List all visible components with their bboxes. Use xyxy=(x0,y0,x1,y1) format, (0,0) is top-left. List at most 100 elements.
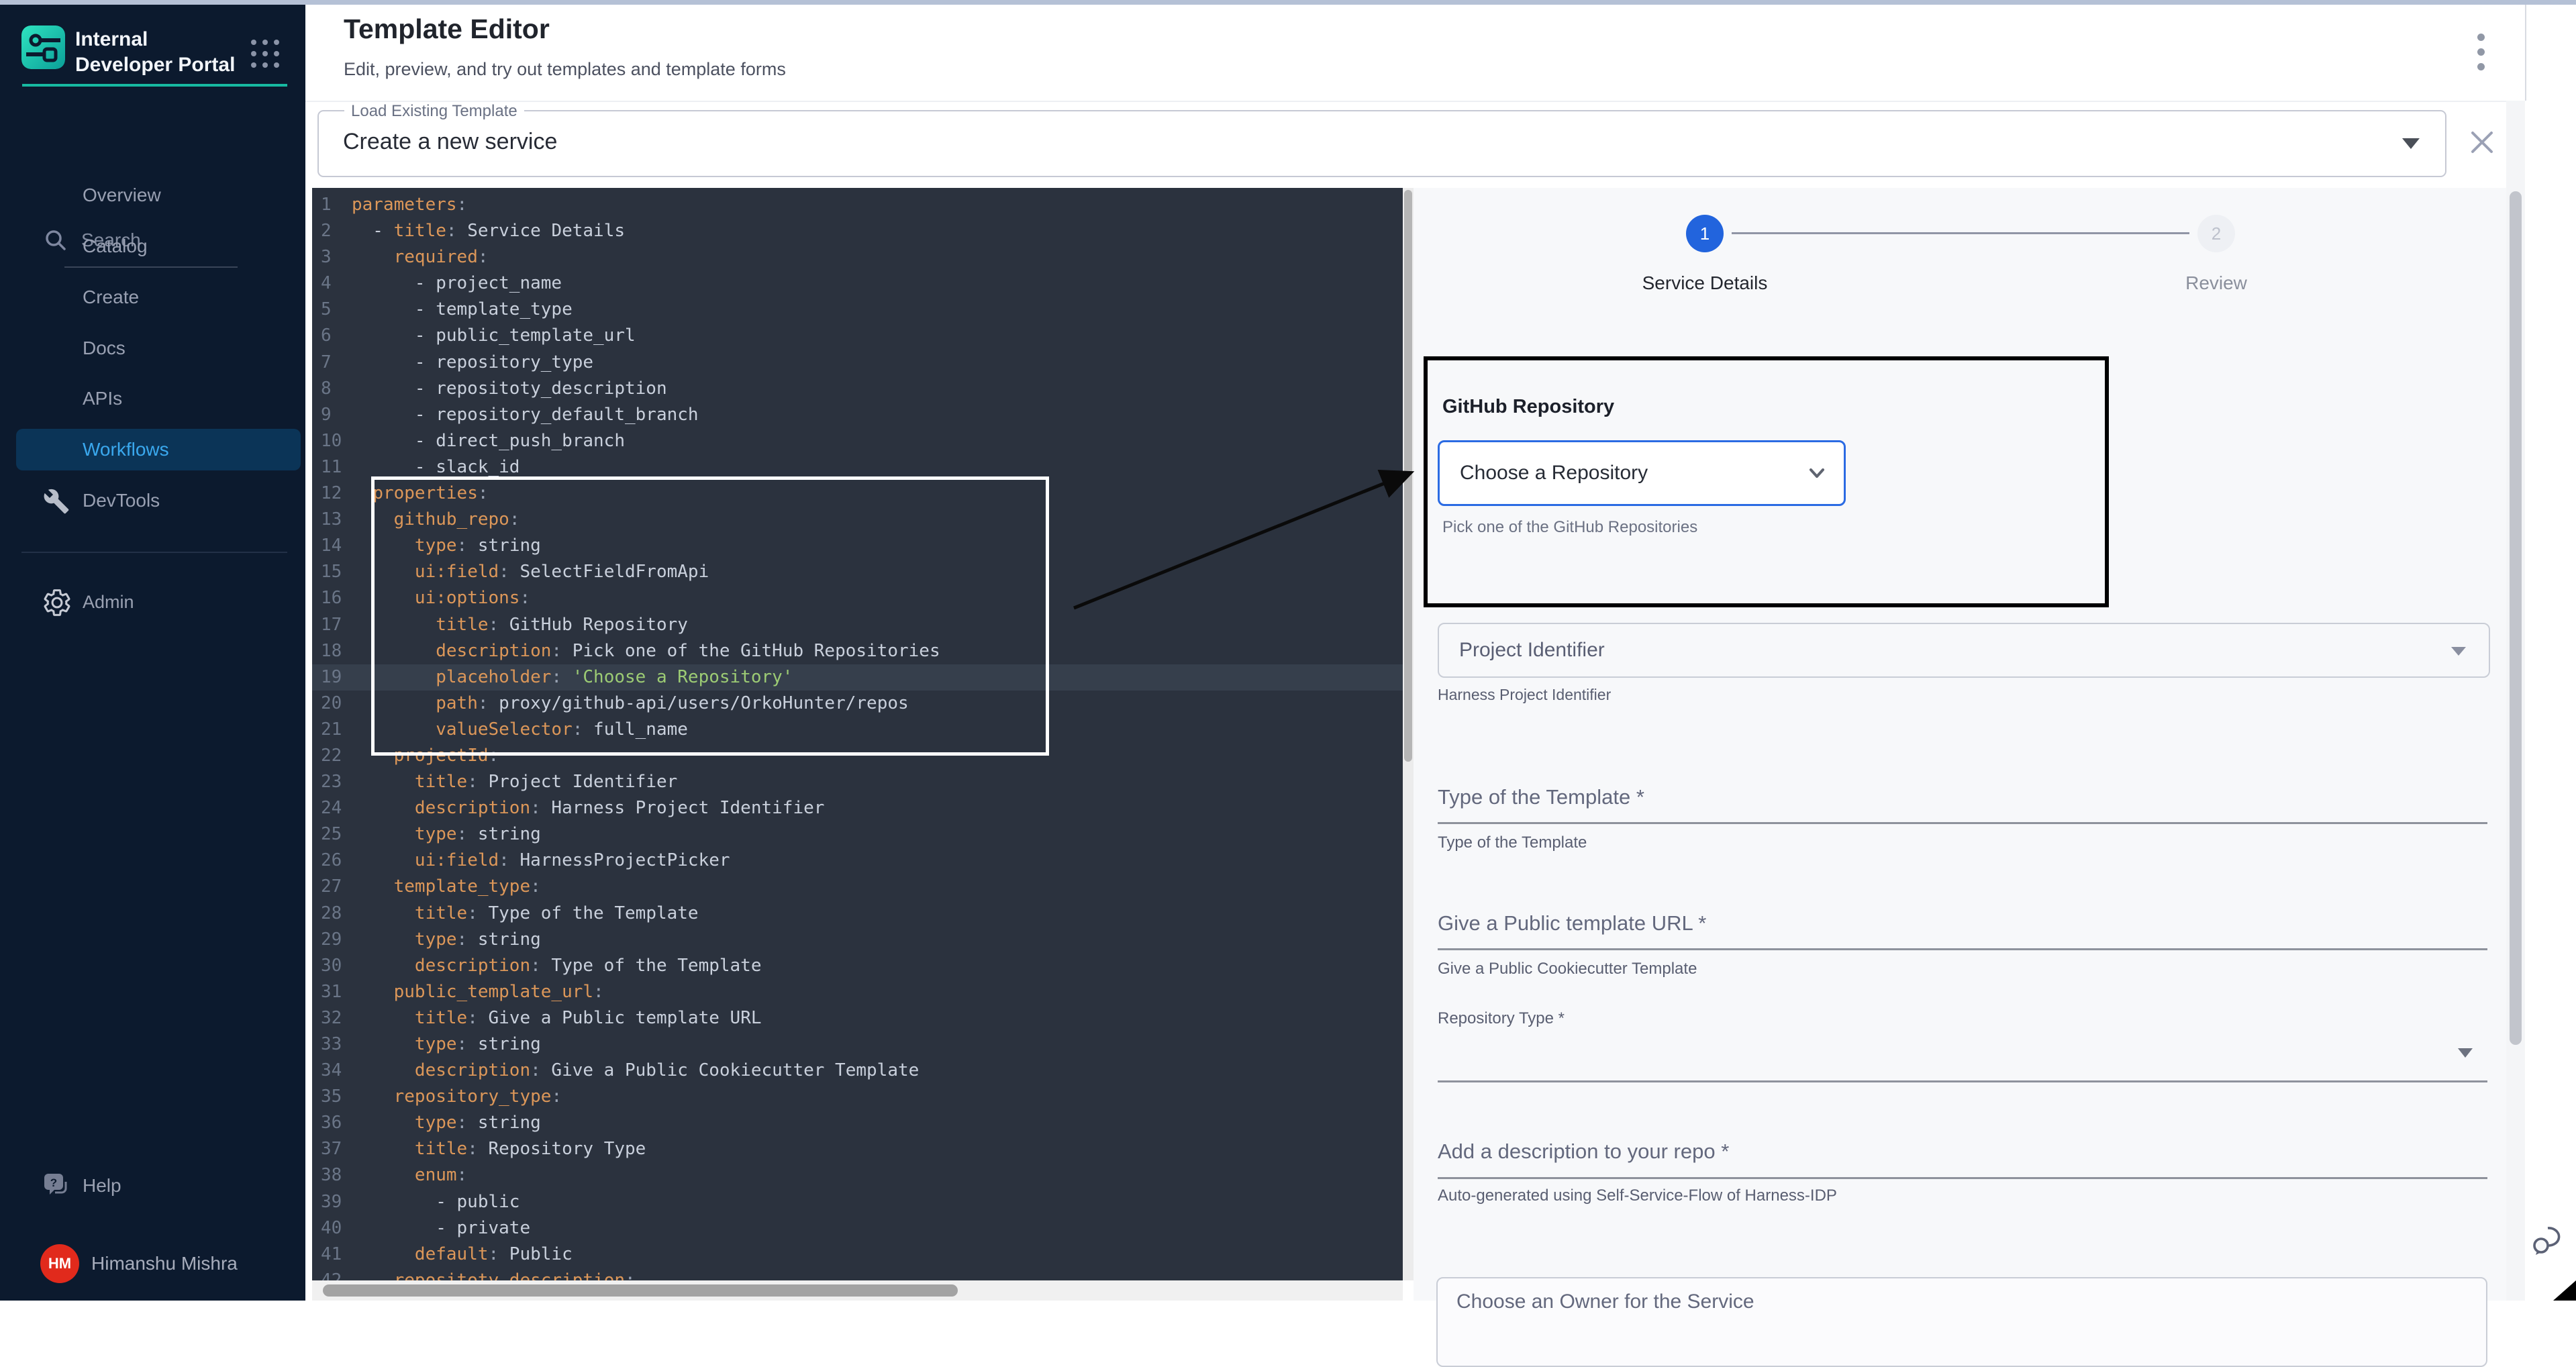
line-number: 24 xyxy=(312,795,352,821)
code-line[interactable]: 37 title: Repository Type xyxy=(312,1136,1403,1162)
editor-vertical-scrollbar-thumb[interactable] xyxy=(1404,190,1412,762)
stepper-step-2-label: Review xyxy=(2149,272,2283,294)
public-template-url-field[interactable]: Give a Public template URL * xyxy=(1438,911,1706,935)
line-number: 41 xyxy=(312,1242,352,1268)
sidebar-item-docs[interactable]: Docs xyxy=(16,327,301,369)
line-number: 17 xyxy=(312,612,352,638)
project-identifier-select[interactable]: Project Identifier xyxy=(1438,623,2490,678)
code-line[interactable]: 41 default: Public xyxy=(312,1242,1403,1268)
kebab-menu-icon[interactable] xyxy=(2470,32,2493,72)
line-number: 29 xyxy=(312,927,352,953)
code-line[interactable]: 18 description: Pick one of the GitHub R… xyxy=(312,638,1403,664)
code-line[interactable]: 38 enum: xyxy=(312,1162,1403,1188)
chat-support-icon[interactable] xyxy=(2529,1219,2571,1260)
stepper-step-1-circle[interactable]: 1 xyxy=(1686,215,1724,252)
dropdown-arrow-icon xyxy=(2402,138,2420,149)
code-line[interactable]: 6 - public_template_url xyxy=(312,323,1403,349)
sidebar-item-create[interactable]: Create xyxy=(16,276,301,318)
line-number: 25 xyxy=(312,821,352,848)
repo-description-underline xyxy=(1438,1177,2487,1179)
code-line[interactable]: 40 - private xyxy=(312,1215,1403,1242)
user-menu[interactable]: HM Himanshu Mishra xyxy=(16,1238,301,1289)
repo-description-field[interactable]: Add a description to your repo * xyxy=(1438,1140,1729,1164)
line-number: 18 xyxy=(312,638,352,664)
line-number: 36 xyxy=(312,1110,352,1136)
code-line[interactable]: 33 type: string xyxy=(312,1031,1403,1058)
window-scrollbar-thumb[interactable] xyxy=(2510,191,2522,1045)
editor-horizontal-scrollbar-thumb[interactable] xyxy=(323,1284,958,1297)
code-line[interactable]: 9 - repository_default_branch xyxy=(312,402,1403,428)
sidebar-item-devtools[interactable]: DevTools xyxy=(16,480,301,521)
owner-select[interactable]: Choose an Owner for the Service xyxy=(1436,1277,2487,1367)
code-line[interactable]: 42 repositoty_description: xyxy=(312,1268,1403,1280)
code-line[interactable]: 17 title: GitHub Repository xyxy=(312,612,1403,638)
code-line[interactable]: 12 properties: xyxy=(312,480,1403,507)
app-logo[interactable] xyxy=(21,26,65,69)
sidebar-item-help[interactable]: ? Help xyxy=(16,1163,301,1209)
template-type-field[interactable]: Type of the Template * xyxy=(1438,785,1644,809)
line-number: 35 xyxy=(312,1084,352,1110)
code-line[interactable]: 36 type: string xyxy=(312,1110,1403,1136)
line-number: 14 xyxy=(312,533,352,559)
window-top-edge xyxy=(0,0,2576,5)
code-line[interactable]: 25 type: string xyxy=(312,821,1403,848)
yaml-code-editor[interactable]: 1parameters:2 - title: Service Details3 … xyxy=(312,188,1403,1280)
line-number: 22 xyxy=(312,743,352,769)
code-line[interactable]: 7 - repository_type xyxy=(312,350,1403,376)
code-line[interactable]: 4 - project_name xyxy=(312,270,1403,297)
line-number: 16 xyxy=(312,585,352,611)
code-line[interactable]: 26 ui:field: HarnessProjectPicker xyxy=(312,848,1403,874)
code-line[interactable]: 20 path: proxy/github-api/users/OrkoHunt… xyxy=(312,691,1403,717)
help-label: Help xyxy=(83,1175,121,1197)
code-line[interactable]: 30 description: Type of the Template xyxy=(312,953,1403,979)
public-template-url-underline xyxy=(1438,948,2487,950)
stepper-step-1-label: Service Details xyxy=(1604,272,1805,294)
sidebar-item-apis[interactable]: APIs xyxy=(16,378,301,419)
code-line[interactable]: 8 - repositoty_description xyxy=(312,376,1403,402)
code-line[interactable]: 34 description: Give a Public Cookiecutt… xyxy=(312,1058,1403,1084)
code-line[interactable]: 15 ui:field: SelectFieldFromApi xyxy=(312,559,1403,585)
code-line[interactable]: 32 title: Give a Public template URL xyxy=(312,1005,1403,1031)
code-line[interactable]: 28 title: Type of the Template xyxy=(312,901,1403,927)
load-existing-template-select[interactable]: Load Existing Template Create a new serv… xyxy=(317,110,2446,177)
code-line[interactable]: 3 required: xyxy=(312,244,1403,270)
code-line[interactable]: 39 - public xyxy=(312,1189,1403,1215)
owner-select-placeholder: Choose an Owner for the Service xyxy=(1456,1290,1754,1313)
code-line[interactable]: 23 title: Project Identifier xyxy=(312,769,1403,795)
code-line[interactable]: 27 template_type: xyxy=(312,874,1403,900)
line-number: 4 xyxy=(312,270,352,297)
code-line[interactable]: 11 - slack_id xyxy=(312,454,1403,480)
code-line[interactable]: 14 type: string xyxy=(312,533,1403,559)
line-number: 11 xyxy=(312,454,352,480)
code-line[interactable]: 24 description: Harness Project Identifi… xyxy=(312,795,1403,821)
sidebar-item-overview[interactable]: Overview xyxy=(16,174,301,216)
sidebar-item-workflows[interactable]: Workflows xyxy=(16,429,301,470)
page-title: Template Editor xyxy=(344,13,550,45)
code-line[interactable]: 22 projectId: xyxy=(312,743,1403,769)
header-divider xyxy=(305,101,2525,102)
user-name: Himanshu Mishra xyxy=(91,1253,238,1274)
code-line[interactable]: 19 placeholder: 'Choose a Repository' xyxy=(312,664,1403,691)
sidebar-item-admin[interactable]: Admin xyxy=(16,579,301,625)
code-line[interactable]: 10 - direct_push_branch xyxy=(312,428,1403,454)
code-line[interactable]: 1parameters: xyxy=(312,192,1403,218)
code-line[interactable]: 35 repository_type: xyxy=(312,1084,1403,1110)
code-line[interactable]: 5 - template_type xyxy=(312,297,1403,323)
code-line[interactable]: 13 github_repo: xyxy=(312,507,1403,533)
repository-type-select[interactable] xyxy=(1438,1027,2487,1080)
code-line[interactable]: 21 valueSelector: full_name xyxy=(312,717,1403,743)
code-line[interactable]: 2 - title: Service Details xyxy=(312,218,1403,244)
sidebar-item-catalog[interactable]: Catalog xyxy=(16,225,301,267)
sidebar-divider xyxy=(21,552,287,553)
sidebar: Internal Developer Portal Search Overvie… xyxy=(0,5,305,1301)
search-input[interactable]: Search xyxy=(0,112,305,166)
github-repository-select[interactable]: Choose a Repository xyxy=(1438,440,1846,506)
apps-grid-icon[interactable] xyxy=(250,38,281,69)
code-line[interactable]: 16 ui:options: xyxy=(312,585,1403,611)
stepper-step-2-circle[interactable]: 2 xyxy=(2197,215,2235,252)
code-line[interactable]: 29 type: string xyxy=(312,927,1403,953)
close-icon[interactable] xyxy=(2467,128,2497,157)
code-line[interactable]: 31 public_template_url: xyxy=(312,979,1403,1005)
line-number: 7 xyxy=(312,350,352,376)
public-template-url-helper: Give a Public Cookiecutter Template xyxy=(1438,960,1697,978)
